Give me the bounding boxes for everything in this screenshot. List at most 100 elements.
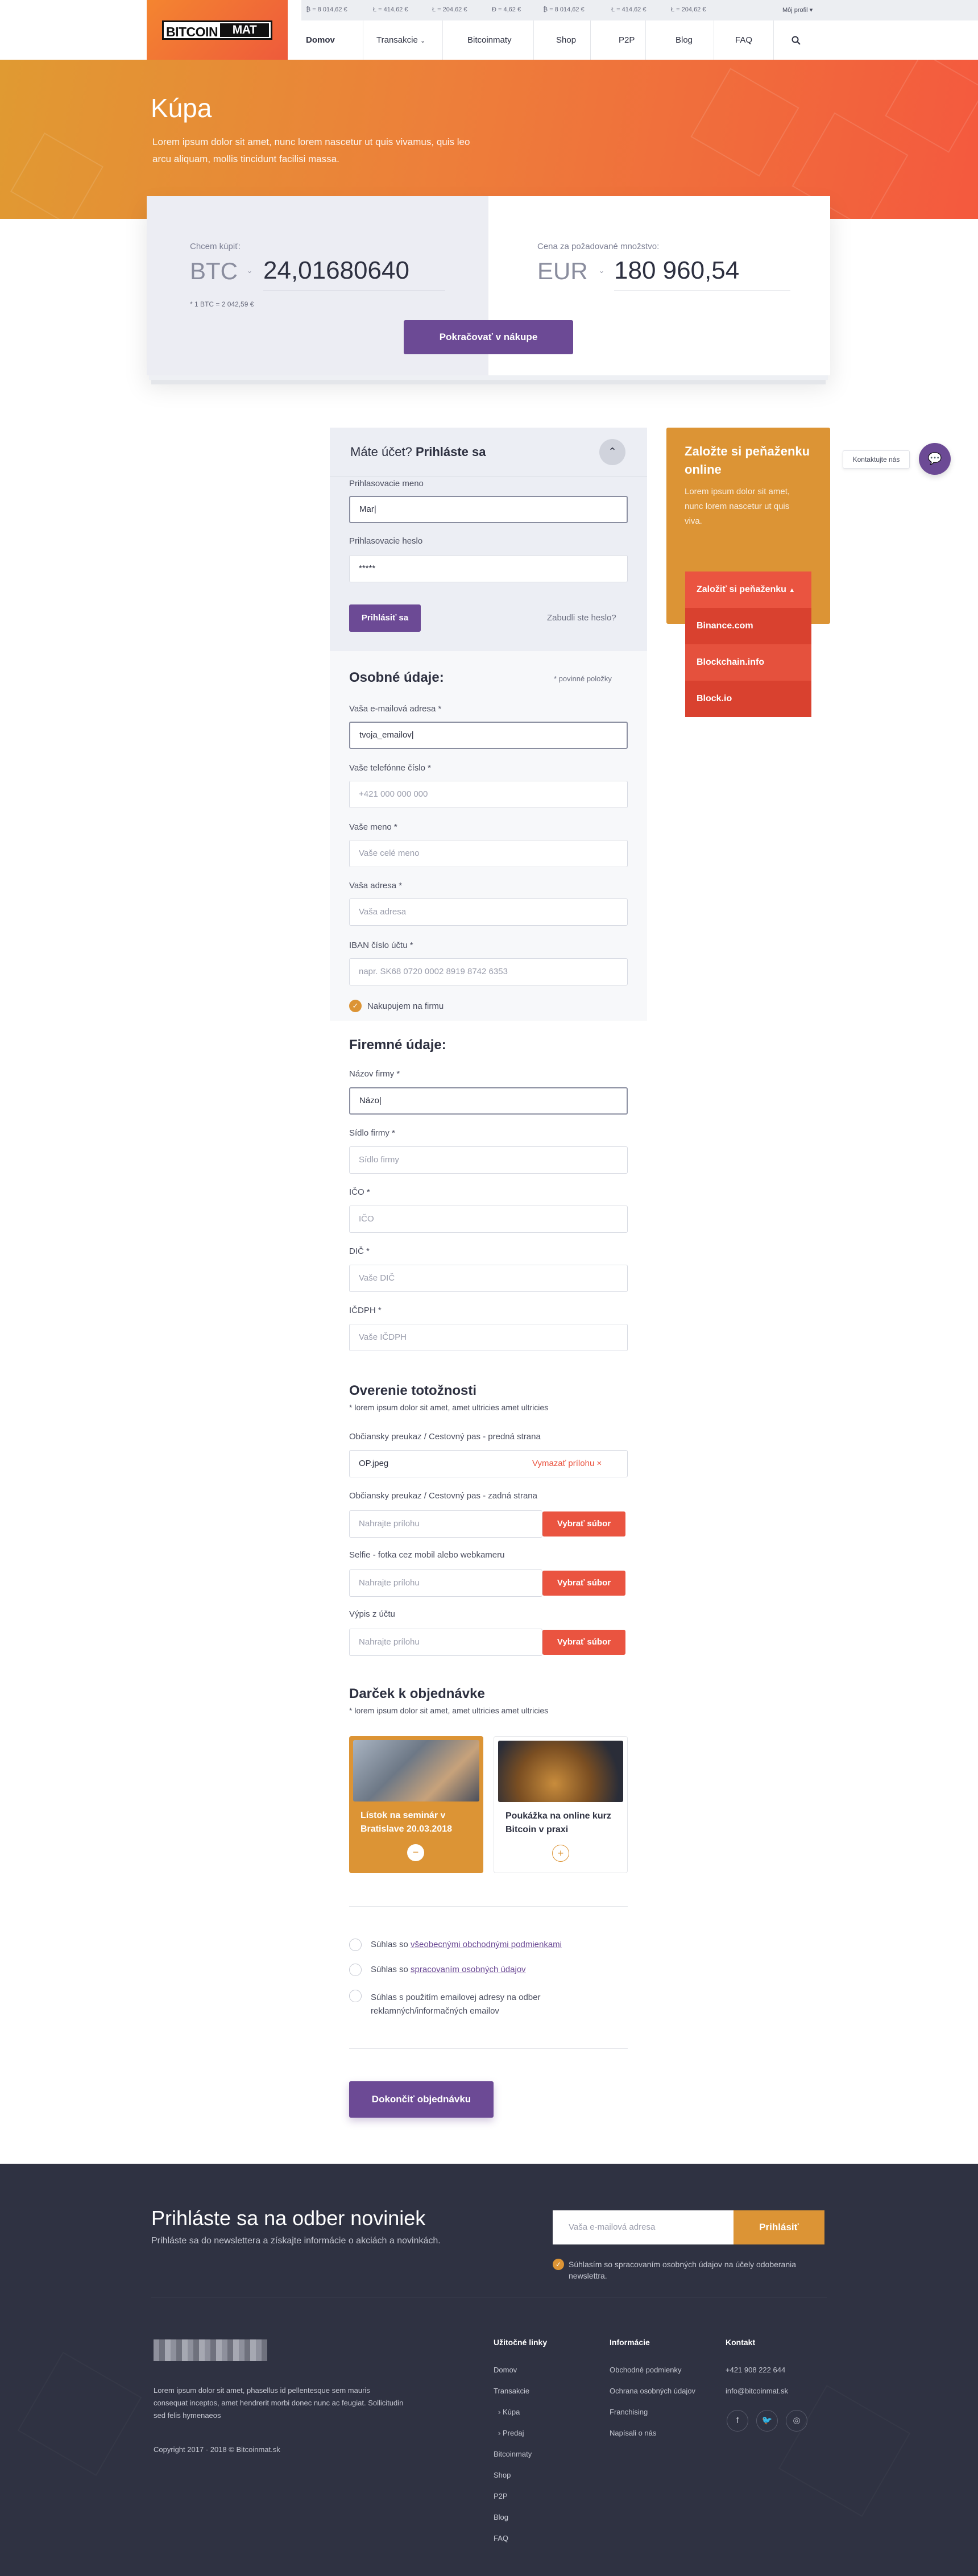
logo[interactable]: BITCOIN MAT <box>147 0 288 60</box>
wallet-option-blockchain[interactable]: Blockchain.info <box>685 644 811 681</box>
newsletter-email-input[interactable]: Vaša e-mailová adresa <box>553 2210 734 2244</box>
price-amount: 180 960,54 <box>614 256 740 284</box>
footer-link[interactable]: Franchising <box>610 2408 648 2416</box>
company-name-input[interactable]: Názo| <box>349 1087 628 1115</box>
company-title: Firemné údaje: <box>349 1037 446 1053</box>
footer-link[interactable]: Transakcie <box>494 2387 529 2395</box>
footer-logo[interactable] <box>154 2339 267 2361</box>
newsletter-submit-button[interactable]: Prihlásiť <box>734 2210 824 2244</box>
ico-input[interactable]: IČO <box>349 1206 628 1233</box>
continue-purchase-button[interactable]: Pokračovať v nákupe <box>404 320 573 354</box>
buy-amount-input[interactable]: 24,01680640 <box>263 256 409 285</box>
nav-item-blog[interactable]: Blog <box>676 20 693 60</box>
plus-icon[interactable]: + <box>552 1845 569 1862</box>
footer-email[interactable]: info@bitcoinmat.sk <box>726 2387 788 2395</box>
forgot-password-link[interactable]: Zabudli ste heslo? <box>547 613 616 623</box>
company-checkbox-label[interactable]: Nakupujem na firmu <box>367 1001 444 1011</box>
nav-item-faq[interactable]: FAQ <box>735 20 752 60</box>
footer-link[interactable]: Napísali o nás <box>610 2429 656 2437</box>
price-label: Cena za požadované množstvo: <box>537 242 660 251</box>
checkbox-checked-icon[interactable]: ✓ <box>553 2259 564 2270</box>
username-input[interactable]: Mar| <box>349 496 628 523</box>
chevron-down-icon[interactable]: ⌄ <box>599 267 604 275</box>
profile-menu[interactable]: Môj profil ▾ <box>782 6 813 14</box>
email-input[interactable]: tvoja_emailov| <box>349 722 628 749</box>
consent-checkbox[interactable] <box>349 1939 362 1951</box>
ticker-item: ₿ = 8 014,62 € <box>543 6 585 13</box>
icdph-input[interactable]: Vaše IČDPH <box>349 1324 628 1351</box>
gift-card-course[interactable]: Poukážka na online kurz Bitcoin v praxi … <box>494 1736 628 1873</box>
nav-item-shop[interactable]: Shop <box>556 20 576 60</box>
price-currency[interactable]: EUR <box>537 258 588 285</box>
footer-phone[interactable]: +421 908 222 644 <box>726 2366 785 2374</box>
wallet-text: Lorem ipsum dolor sit amet, nunc lorem n… <box>685 487 790 526</box>
ticker-item: Ł = 204,62 € <box>671 6 706 13</box>
nav-item-p2p[interactable]: P2P <box>619 20 635 60</box>
dic-input[interactable]: Vaše DIČ <box>349 1265 628 1292</box>
newsletter-consent[interactable]: Súhlasím so spracovaním osobných údajov … <box>569 2259 819 2281</box>
copyright: Copyright 2017 - 2018 © Bitcoinmat.sk <box>154 2445 280 2454</box>
gift-note: * lorem ipsum dolor sit amet, amet ultri… <box>349 1706 549 1715</box>
address-input[interactable]: Vaša adresa <box>349 898 628 926</box>
login-button[interactable]: Prihlásiť sa <box>349 604 421 632</box>
footer-col-title: Užitočné linky <box>494 2338 548 2347</box>
footer-link[interactable]: Bitcoinmaty <box>494 2450 532 2458</box>
wallet-option-blockio[interactable]: Block.io <box>685 681 811 717</box>
ticker-item: Ł = 414,62 € <box>373 6 408 13</box>
wallet-title: Založte si peňaženku online <box>685 444 810 477</box>
footer-link[interactable]: P2P <box>494 2492 508 2500</box>
footer-link[interactable]: FAQ <box>494 2534 508 2542</box>
consent-gdpr[interactable]: Súhlas so spracovaním osobných údajov <box>371 1965 526 1974</box>
facebook-icon[interactable]: f <box>727 2410 748 2432</box>
iban-input[interactable]: napr. SK68 0720 0002 8919 8742 6353 <box>349 958 628 985</box>
contact-label[interactable]: Kontaktujte nás <box>843 450 910 469</box>
verify-note: * lorem ipsum dolor sit amet, amet ultri… <box>349 1403 549 1412</box>
field-label: Vaša adresa * <box>349 881 403 891</box>
footer-link[interactable]: Domov <box>494 2366 517 2374</box>
buy-currency[interactable]: BTC <box>190 258 238 285</box>
chevron-down-icon[interactable]: ⌄ <box>247 267 252 275</box>
remove-attachment-link[interactable]: Vymazať prílohu × <box>532 1459 602 1468</box>
wallet-dropdown-toggle[interactable]: Založiť si peňaženku ▲ <box>685 571 811 608</box>
consent-terms[interactable]: Súhlas so všeobecnými obchodnými podmien… <box>371 1940 562 1949</box>
footer-link[interactable]: Ochrana osobných údajov <box>610 2387 695 2395</box>
gift-card-seminar[interactable]: Lístok na seminár v Bratislave 20.03.201… <box>349 1736 483 1873</box>
twitter-icon[interactable]: 🐦 <box>756 2410 778 2432</box>
instagram-icon[interactable]: ◎ <box>786 2410 807 2432</box>
phone-input[interactable]: +421 000 000 000 <box>349 781 628 808</box>
consent-newsletter[interactable]: Súhlas s použitím emailovej adresy na od… <box>371 1991 598 2018</box>
footer-link[interactable]: Blog <box>494 2513 508 2521</box>
ticker-item: Ł = 204,62 € <box>432 6 467 13</box>
upload-statement-input[interactable]: Nahrajte prílohu <box>349 1629 542 1656</box>
password-input[interactable]: ***** <box>349 555 628 582</box>
consent-checkbox[interactable] <box>349 1990 362 2002</box>
required-note: * povinné položky <box>554 674 612 683</box>
footer-link[interactable]: Shop <box>494 2471 511 2479</box>
privacy-link[interactable]: spracovaním osobných údajov <box>411 1965 526 1974</box>
collapse-icon[interactable]: ⌃ <box>599 439 625 465</box>
chat-icon[interactable]: 💬 <box>919 443 951 475</box>
consent-checkbox[interactable] <box>349 1964 362 1976</box>
upload-selfie-input[interactable]: Nahrajte prílohu <box>349 1569 542 1597</box>
footer-link[interactable]: › Predaj <box>498 2429 524 2437</box>
name-input[interactable]: Vaše celé meno <box>349 840 628 867</box>
search-icon[interactable] <box>791 20 801 60</box>
minus-icon[interactable]: − <box>407 1844 424 1861</box>
choose-file-button[interactable]: Vybrať súbor <box>542 1511 625 1537</box>
finish-order-button[interactable]: Dokončiť objednávku <box>349 2081 494 2118</box>
nav-item-transactions[interactable]: Transakcie ⌄ <box>376 20 425 60</box>
upload-back-input[interactable]: Nahrajte prílohu <box>349 1510 542 1538</box>
terms-link[interactable]: všeobecnými obchodnými podmienkami <box>411 1940 562 1949</box>
footer-link[interactable]: › Kúpa <box>498 2408 520 2416</box>
nav-item-home[interactable]: Domov <box>306 20 335 60</box>
gift-text: Lístok na seminár v Bratislave 20.03.201… <box>360 1811 453 1834</box>
footer-link[interactable]: Obchodné podmienky <box>610 2366 681 2374</box>
company-seat-input[interactable]: Sídlo firmy <box>349 1146 628 1174</box>
wallet-option-binance[interactable]: Binance.com <box>685 608 811 644</box>
choose-file-button[interactable]: Vybrať súbor <box>542 1571 625 1596</box>
checkbox-checked-icon[interactable]: ✓ <box>349 1000 362 1012</box>
field-label: Sídlo firmy * <box>349 1128 395 1138</box>
chevron-down-icon: ▾ <box>809 7 813 14</box>
nav-item-bitcoinmaty[interactable]: Bitcoinmaty <box>467 20 512 60</box>
choose-file-button[interactable]: Vybrať súbor <box>542 1630 625 1655</box>
